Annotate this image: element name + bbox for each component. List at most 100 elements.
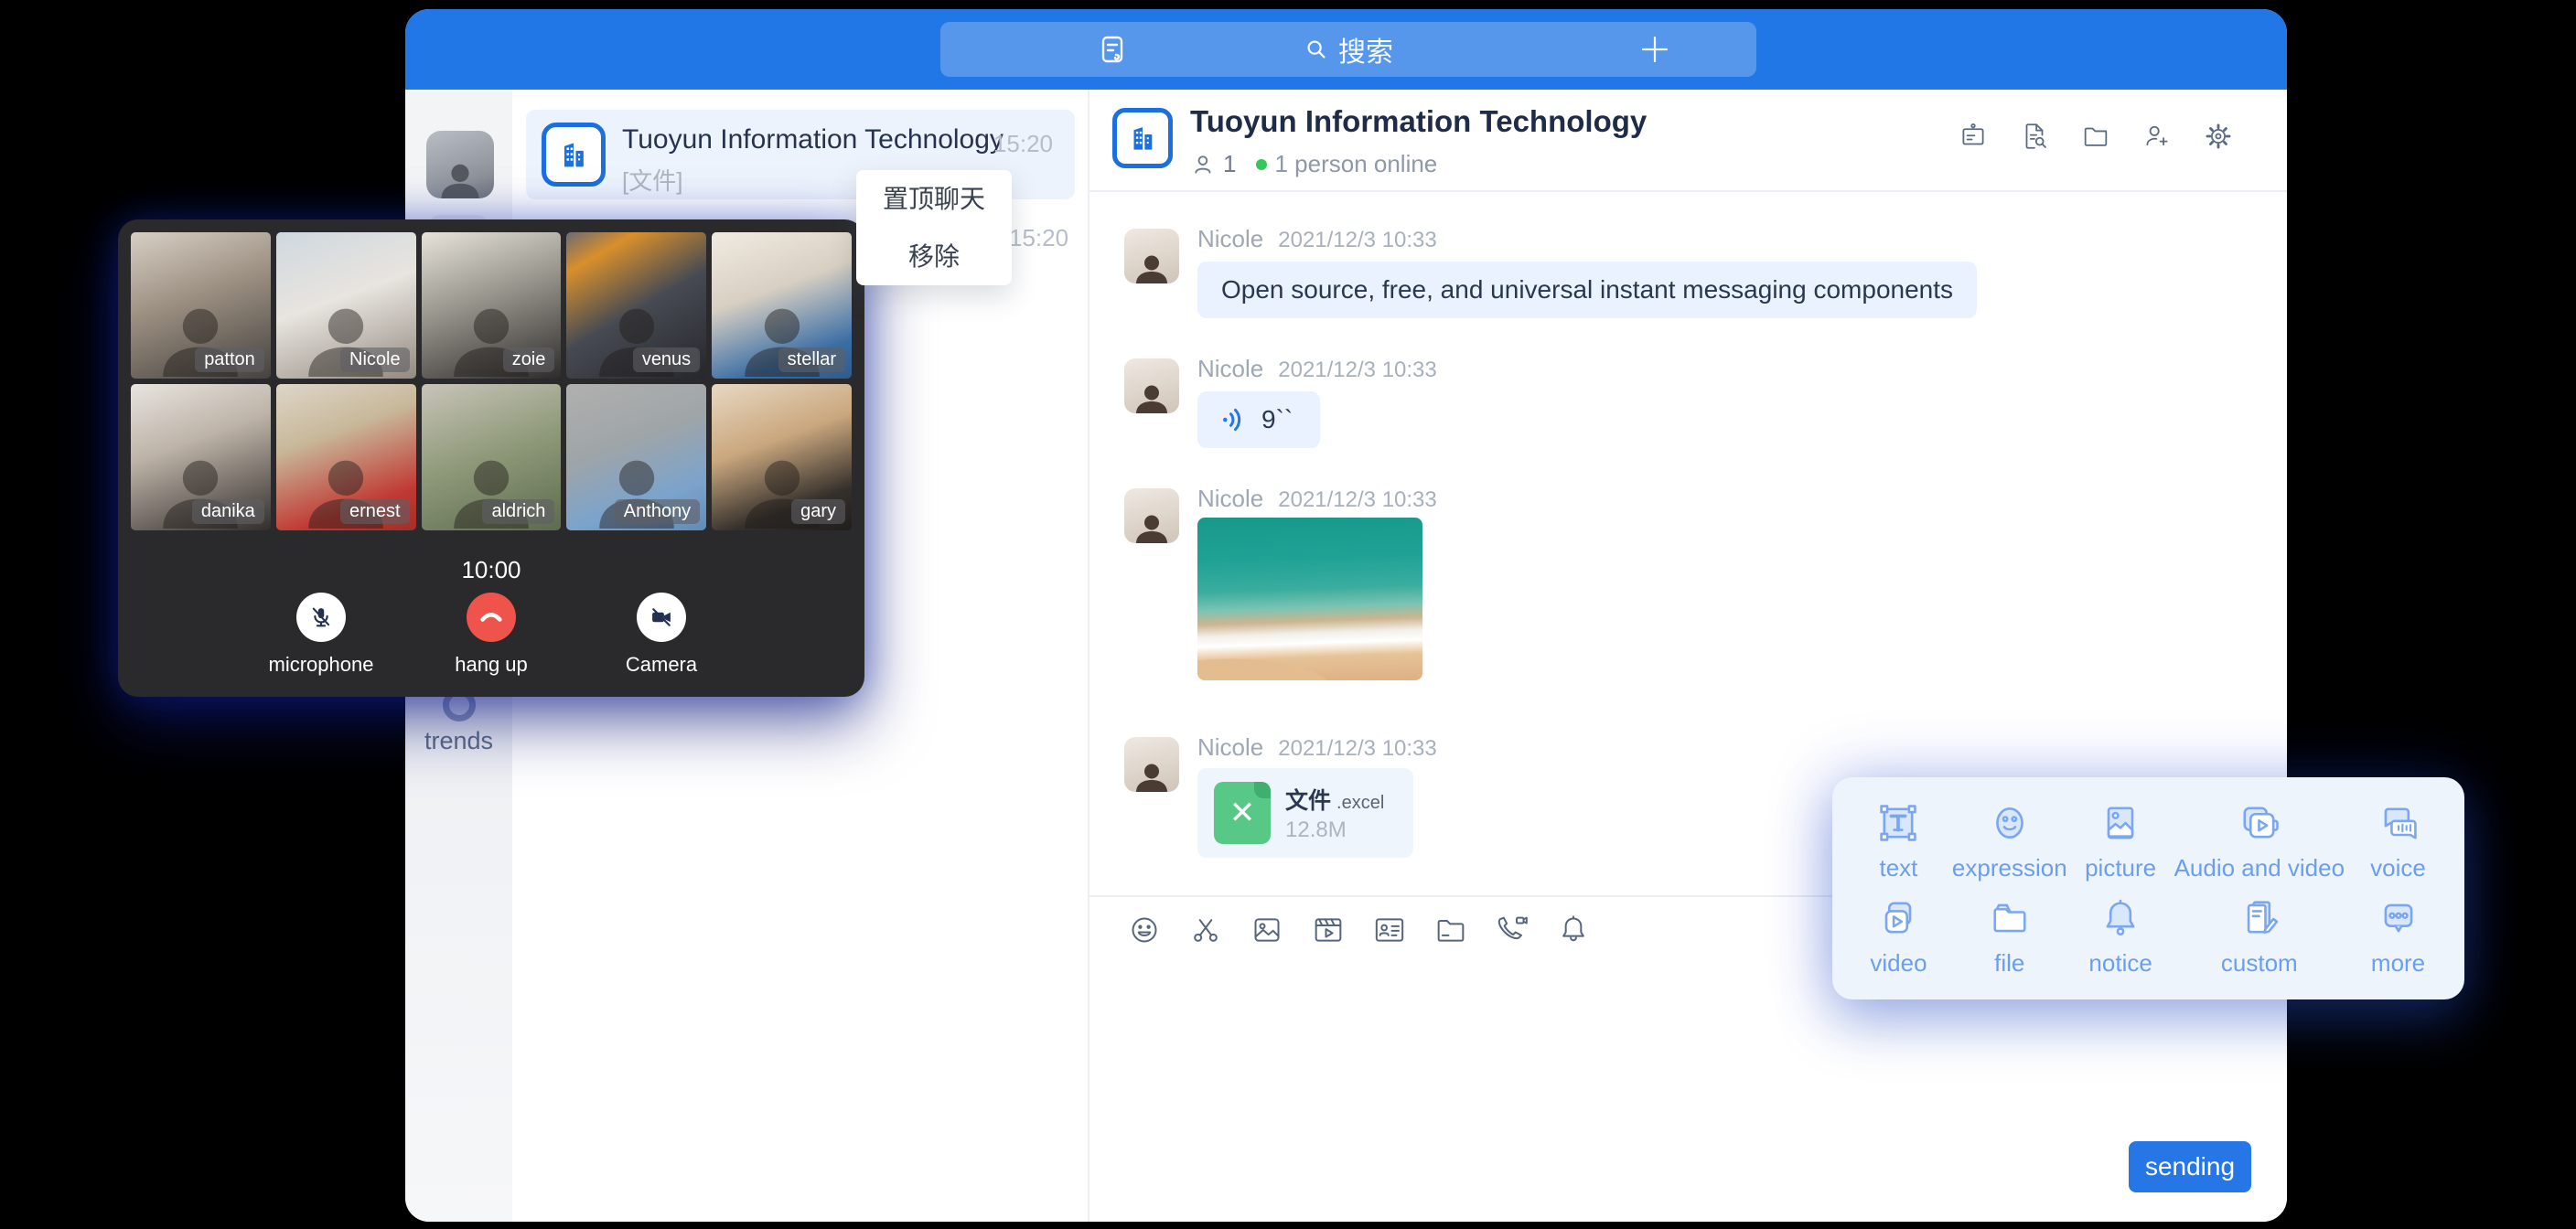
control-label: Camera [626, 653, 697, 677]
file-size: 12.8M [1285, 818, 1347, 843]
message-time: 2021/12/3 10:33 [1278, 358, 1437, 383]
search-bar[interactable]: 搜索 [940, 22, 1756, 77]
voice-message-bubble[interactable]: 9`` [1197, 391, 1320, 448]
file-message-bubble[interactable]: ✕ 文件.excel 12.8M [1197, 768, 1413, 858]
menu-item-pin-chat[interactable]: 置顶聊天 [856, 170, 1012, 228]
feature-picture[interactable]: picture [2067, 794, 2174, 889]
message-meta: Nicole 2021/12/3 10:33 [1197, 355, 1437, 383]
call-timer: 10:00 [118, 556, 864, 584]
folder-icon[interactable] [1433, 912, 1469, 948]
expression-icon [1986, 799, 2034, 847]
feature-custom[interactable]: custom [2174, 889, 2345, 984]
trends-label: trends [405, 727, 512, 755]
chat-row-subtitle: [文件] [622, 163, 682, 197]
hang-up-icon [467, 593, 516, 642]
screenshot-scissors-icon[interactable] [1187, 912, 1224, 948]
sender-name: Nicole [1197, 355, 1263, 383]
camera-button[interactable]: Camera [606, 593, 716, 677]
feature-notice[interactable]: notice [2067, 889, 2174, 984]
group-avatar-icon [1112, 108, 1173, 168]
call-controls: microphone hang up Camera [118, 593, 864, 677]
chat-header: Tuoyun Information Technology 1 1 person… [1089, 90, 2287, 192]
file-folder-icon [1986, 894, 2034, 942]
participant-tile: danika [131, 384, 271, 530]
video-icon [1874, 894, 1922, 942]
x-glyph: ✕ [1214, 782, 1271, 844]
participant-name: ernest [340, 499, 410, 524]
participant-tile: patton [131, 232, 271, 379]
send-button[interactable]: sending [2129, 1141, 2251, 1192]
feature-video[interactable]: video [1845, 889, 1952, 984]
sender-avatar[interactable] [1124, 229, 1179, 283]
sender-name: Nicole [1197, 485, 1263, 513]
online-status: 1 person online [1274, 150, 1437, 178]
hang-up-button[interactable]: hang up [436, 593, 546, 677]
search-icon [1304, 37, 1329, 62]
file-name: 文件.excel [1285, 783, 1384, 816]
participant-tile: aldrich [422, 384, 562, 530]
chat-subtitle: 1 1 person online [1192, 150, 1437, 178]
feature-file[interactable]: file [1952, 889, 2067, 984]
sender-name: Nicole [1197, 733, 1263, 762]
folder-icon[interactable] [2080, 121, 2111, 152]
text-message-bubble[interactable]: Open source, free, and universal instant… [1197, 262, 1977, 318]
feature-label: notice [2088, 949, 2152, 978]
participant-grid: patton Nicole zoie venus stellar danika … [131, 232, 852, 530]
feature-text[interactable]: text [1845, 794, 1952, 889]
image-message[interactable] [1197, 518, 1422, 680]
search-area[interactable]: 搜索 [940, 22, 1756, 77]
voice-icon [2375, 799, 2422, 847]
sender-avatar[interactable] [1124, 358, 1179, 413]
search-placeholder: 搜索 [1338, 29, 1393, 69]
feature-more[interactable]: more [2345, 889, 2452, 984]
message-meta: Nicole 2021/12/3 10:33 [1197, 733, 1437, 762]
video-clapper-icon[interactable] [1310, 912, 1347, 948]
contact-card-icon[interactable] [1371, 912, 1408, 948]
participant-tile: zoie [422, 232, 562, 379]
file-ext: .excel [1336, 793, 1384, 813]
more-icon [2375, 894, 2422, 942]
feature-voice[interactable]: voice [2345, 794, 2452, 889]
feature-label: file [1994, 949, 2024, 978]
video-call-overlay: patton Nicole zoie venus stellar danika … [118, 219, 864, 697]
feature-audio-video[interactable]: Audio and video [2174, 794, 2345, 889]
feature-label: Audio and video [2174, 854, 2345, 882]
control-label: hang up [455, 653, 528, 677]
chat-context-menu: 置顶聊天 移除 [856, 170, 1012, 285]
group-avatar-icon [542, 123, 606, 187]
chat-title: Tuoyun Information Technology [1190, 104, 1647, 139]
microphone-button[interactable]: microphone [266, 593, 376, 677]
menu-item-remove[interactable]: 移除 [856, 228, 1012, 285]
feature-expression[interactable]: expression [1952, 794, 2067, 889]
plus-icon[interactable] [1636, 30, 1674, 69]
member-icon [1192, 153, 1216, 176]
text-icon [1874, 799, 1922, 847]
notification-bell-icon[interactable] [1555, 912, 1592, 948]
participant-tile: Anthony [566, 384, 706, 530]
chat-row-time: 15:20 [993, 130, 1053, 158]
online-dot [1256, 159, 1267, 170]
feature-label: picture [2085, 854, 2156, 882]
stage: 搜索 trends Tuoyun Information Technol [0, 0, 2576, 1229]
file-search-icon[interactable] [2019, 121, 2050, 152]
participant-name: danika [192, 499, 264, 524]
image-icon[interactable] [1249, 912, 1285, 948]
video-call-icon[interactable] [1494, 912, 1530, 948]
user-avatar[interactable] [426, 131, 494, 198]
sender-avatar[interactable] [1124, 737, 1179, 792]
participant-name: Nicole [340, 347, 410, 372]
participant-name: zoie [503, 347, 555, 372]
add-member-icon[interactable] [2141, 121, 2173, 152]
settings-gear-icon[interactable] [2203, 121, 2234, 152]
message-time: 2021/12/3 10:33 [1278, 736, 1437, 762]
audio-video-icon [2236, 799, 2283, 847]
message-meta: Nicole 2021/12/3 10:33 [1197, 485, 1437, 513]
custom-icon [2236, 894, 2283, 942]
topbar: 搜索 [405, 9, 2287, 90]
sender-avatar[interactable] [1124, 488, 1179, 543]
header-actions [1958, 121, 2234, 152]
emoji-icon[interactable] [1126, 912, 1163, 948]
chat-main: Tuoyun Information Technology 1 1 person… [1089, 90, 2287, 1222]
bulletin-board-icon[interactable] [1958, 121, 1989, 152]
message-time: 2021/12/3 10:33 [1278, 228, 1437, 253]
